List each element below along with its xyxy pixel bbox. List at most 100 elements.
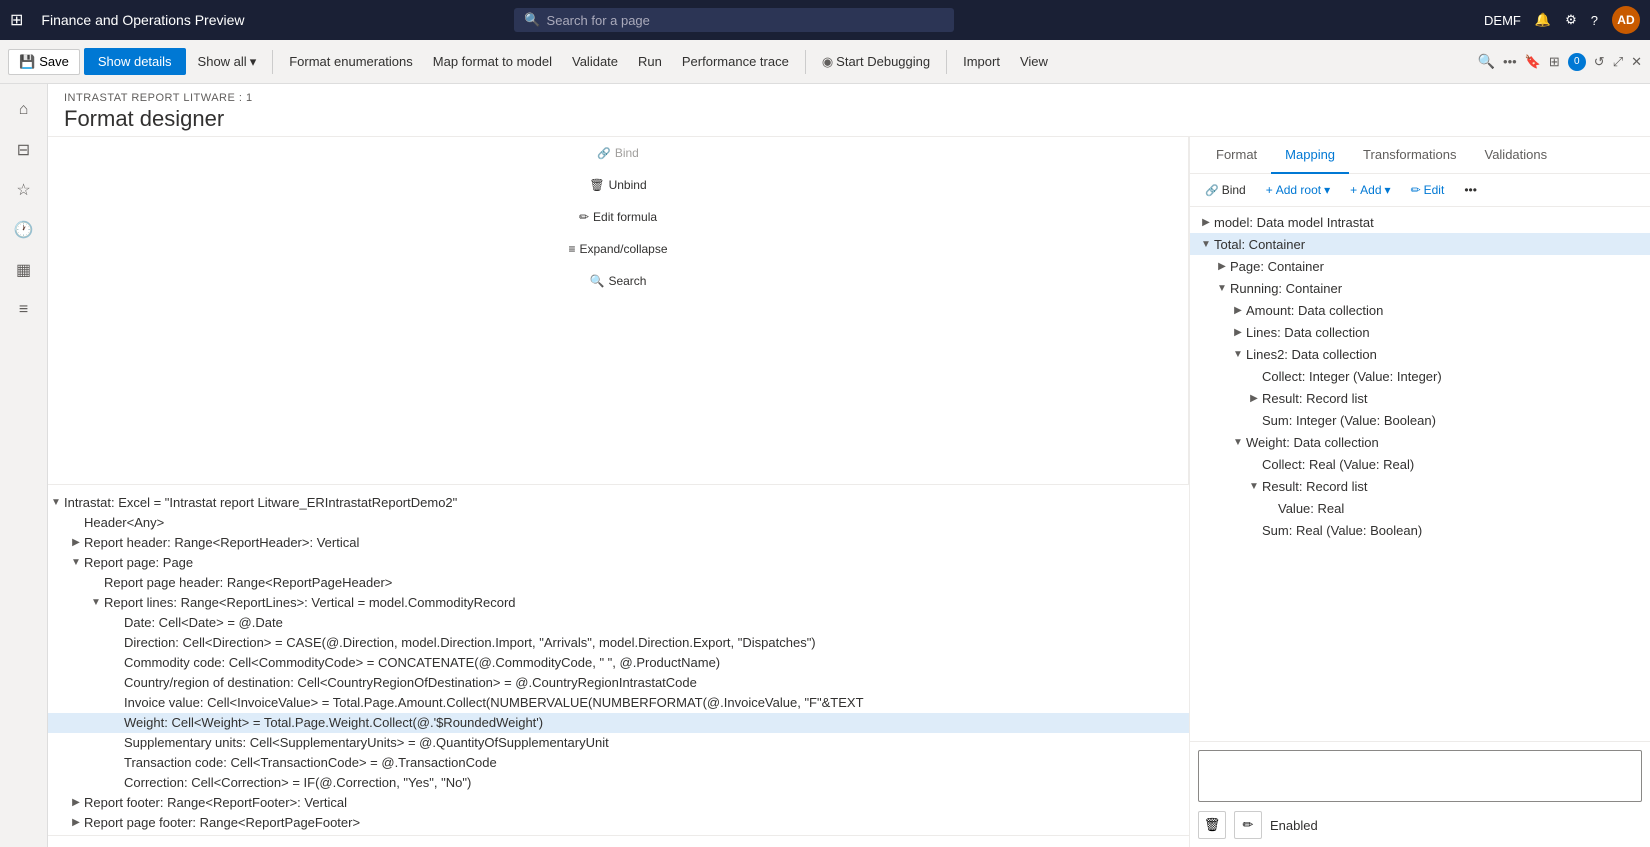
mapping-toggle-7[interactable]: ▼: [1230, 346, 1246, 362]
tree-item-8[interactable]: Direction: Cell<Direction> = CASE(@.Dire…: [48, 633, 1189, 653]
view-button[interactable]: View: [1012, 50, 1056, 73]
add-root-button[interactable]: + Add root ▾: [1261, 180, 1335, 200]
tab-mapping[interactable]: Mapping: [1271, 137, 1349, 174]
mapping-item-14[interactable]: Value: Real: [1190, 497, 1650, 519]
split-icon[interactable]: ⊞: [1549, 54, 1560, 70]
map-format-button[interactable]: Map format to model: [425, 50, 560, 73]
mapping-item-12[interactable]: Collect: Real (Value: Real): [1190, 453, 1650, 475]
expand-collapse-button[interactable]: ≡ Expand/collapse: [562, 239, 673, 259]
mapping-toggle-3[interactable]: ▶: [1214, 258, 1230, 274]
formula-delete-button[interactable]: 🗑: [1198, 811, 1226, 839]
mapping-item-4[interactable]: ▼ Running: Container: [1190, 277, 1650, 299]
mapping-item-8[interactable]: Collect: Integer (Value: Integer): [1190, 365, 1650, 387]
tab-format[interactable]: Format: [1202, 137, 1271, 174]
tree-item-16[interactable]: ▶ Report footer: Range<ReportFooter>: Ve…: [48, 793, 1189, 813]
show-details-button[interactable]: Show details: [84, 48, 186, 75]
refresh-icon[interactable]: ↺: [1594, 54, 1605, 70]
mapping-item-10[interactable]: Sum: Integer (Value: Boolean): [1190, 409, 1650, 431]
search-format-button[interactable]: 🔍 Search: [584, 271, 653, 291]
tree-item-6[interactable]: ▼ Report lines: Range<ReportLines>: Vert…: [48, 593, 1189, 613]
mapping-toggle-5[interactable]: ▶: [1230, 302, 1246, 318]
tab-transformations[interactable]: Transformations: [1349, 137, 1470, 174]
tree-item-14[interactable]: Transaction code: Cell<TransactionCode> …: [48, 753, 1189, 773]
app-grid-icon[interactable]: ⊞: [10, 10, 23, 30]
mapping-item-9[interactable]: ▶ Result: Record list: [1190, 387, 1650, 409]
performance-trace-button[interactable]: Performance trace: [674, 50, 797, 73]
mapping-item-1[interactable]: ▶ model: Data model Intrastat: [1190, 211, 1650, 233]
mapping-item-7[interactable]: ▼ Lines2: Data collection: [1190, 343, 1650, 365]
edit-formula-button[interactable]: ✏ Edit formula: [573, 207, 663, 227]
edit-mapping-button[interactable]: ✏ Edit: [1406, 180, 1450, 200]
run-button[interactable]: Run: [630, 50, 670, 73]
avatar[interactable]: AD: [1612, 6, 1640, 34]
sidebar-filter-icon[interactable]: ⊟: [6, 132, 42, 168]
mapping-item-11[interactable]: ▼ Weight: Data collection: [1190, 431, 1650, 453]
search-toolbar-icon[interactable]: 🔍: [1478, 53, 1495, 70]
tree-toggle-6[interactable]: ▼: [88, 595, 104, 611]
tree-item-3[interactable]: ▶ Report header: Range<ReportHeader>: Ve…: [48, 533, 1189, 553]
mapping-toggle-11[interactable]: ▼: [1230, 434, 1246, 450]
tree-item-11[interactable]: Invoice value: Cell<InvoiceValue> = Tota…: [48, 693, 1189, 713]
side-nav: ⌂ ⊟ ☆ 🕐 ▦ ≡: [0, 84, 48, 847]
mapping-toggle-1[interactable]: ▶: [1198, 214, 1214, 230]
sidebar-recent-icon[interactable]: 🕐: [6, 212, 42, 248]
tree-toggle-16[interactable]: ▶: [68, 795, 84, 811]
save-button[interactable]: 💾 Save: [8, 49, 80, 75]
tree-item-9[interactable]: Commodity code: Cell<CommodityCode> = CO…: [48, 653, 1189, 673]
mapping-item-5[interactable]: ▶ Amount: Data collection: [1190, 299, 1650, 321]
notification-icon[interactable]: 🔔: [1535, 12, 1551, 28]
badge-icon[interactable]: 0: [1568, 53, 1586, 71]
show-all-button[interactable]: Show all ▾: [190, 50, 265, 74]
validate-button[interactable]: Validate: [564, 50, 626, 73]
mapping-item-15[interactable]: Sum: Real (Value: Boolean): [1190, 519, 1650, 541]
mapping-toggle-13[interactable]: ▼: [1246, 478, 1262, 494]
tree-item-15[interactable]: Correction: Cell<Correction> = IF(@.Corr…: [48, 773, 1189, 793]
tree-item-4[interactable]: ▼ Report page: Page: [48, 553, 1189, 573]
mapping-toggle-4[interactable]: ▼: [1214, 280, 1230, 296]
tree-item-7[interactable]: Date: Cell<Date> = @.Date: [48, 613, 1189, 633]
sidebar-modules-icon[interactable]: ≡: [6, 292, 42, 328]
formula-input[interactable]: [1198, 750, 1642, 802]
settings-icon[interactable]: ⚙: [1565, 12, 1577, 28]
expand-icon[interactable]: ⤢: [1613, 54, 1623, 70]
close-icon[interactable]: ✕: [1631, 54, 1642, 70]
bookmark-icon[interactable]: 🔖: [1525, 54, 1541, 70]
import-button[interactable]: Import: [955, 50, 1008, 73]
tree-item-2[interactable]: Header<Any>: [48, 513, 1189, 533]
more-icon[interactable]: •••: [1503, 54, 1517, 69]
help-icon[interactable]: ?: [1591, 13, 1598, 28]
mapping-item-2[interactable]: ▼ Total: Container: [1190, 233, 1650, 255]
unbind-button[interactable]: 🗑 Unbind: [583, 175, 652, 195]
tree-item-17[interactable]: ▶ Report page footer: Range<ReportPageFo…: [48, 813, 1189, 833]
tree-item-10[interactable]: Country/region of destination: Cell<Coun…: [48, 673, 1189, 693]
tree-item-5[interactable]: Report page header: Range<ReportPageHead…: [48, 573, 1189, 593]
mapping-toggle-6[interactable]: ▶: [1230, 324, 1246, 340]
left-panel: 🔗 Bind 🗑 Unbind ✏ Edit formula ≡ Expand/…: [48, 137, 1190, 847]
mapping-item-13[interactable]: ▼ Result: Record list: [1190, 475, 1650, 497]
mapping-toggle-9[interactable]: ▶: [1246, 390, 1262, 406]
formula-edit-button[interactable]: ✏: [1234, 811, 1262, 839]
bind-button[interactable]: 🔗 Bind: [591, 143, 645, 163]
add-mapping-button[interactable]: + Add ▾: [1345, 180, 1395, 200]
sidebar-favorites-icon[interactable]: ☆: [6, 172, 42, 208]
tree-toggle-1[interactable]: ▼: [48, 495, 64, 511]
tree-toggle-3[interactable]: ▶: [68, 535, 84, 551]
format-enumerations-button[interactable]: Format enumerations: [281, 50, 421, 73]
search-format-icon: 🔍: [590, 274, 605, 288]
global-search-bar[interactable]: 🔍 Search for a page: [514, 8, 954, 32]
horizontal-scrollbar[interactable]: [48, 835, 1189, 847]
tree-item-13[interactable]: Supplementary units: Cell<SupplementaryU…: [48, 733, 1189, 753]
start-debugging-button[interactable]: ◉ Start Debugging: [814, 50, 938, 74]
more-mapping-button[interactable]: •••: [1459, 180, 1482, 200]
mapping-toggle-2[interactable]: ▼: [1198, 236, 1214, 252]
mapping-bind-button[interactable]: 🔗 Bind: [1200, 180, 1251, 200]
tree-toggle-4[interactable]: ▼: [68, 555, 84, 571]
sidebar-home-icon[interactable]: ⌂: [6, 92, 42, 128]
mapping-item-6[interactable]: ▶ Lines: Data collection: [1190, 321, 1650, 343]
sidebar-workspaces-icon[interactable]: ▦: [6, 252, 42, 288]
tab-validations[interactable]: Validations: [1470, 137, 1561, 174]
mapping-item-3[interactable]: ▶ Page: Container: [1190, 255, 1650, 277]
tree-toggle-17[interactable]: ▶: [68, 815, 84, 831]
tree-item-1[interactable]: ▼ Intrastat: Excel = "Intrastat report L…: [48, 493, 1189, 513]
tree-item-12[interactable]: Weight: Cell<Weight> = Total.Page.Weight…: [48, 713, 1189, 733]
